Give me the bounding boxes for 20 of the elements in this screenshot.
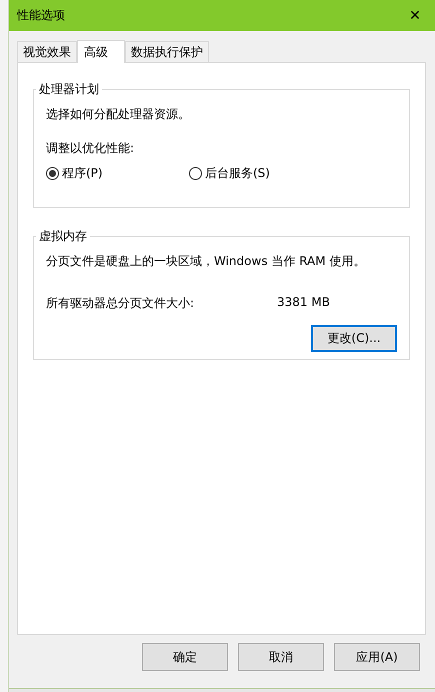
tab[interactable]: 数据执行保护 — [125, 41, 209, 62]
dialog-button[interactable]: 应用(A) — [334, 643, 420, 671]
window-title: 性能选项 — [17, 7, 65, 24]
description-text: 选择如何分配处理器资源。 — [46, 106, 191, 122]
total-label: 所有驱动器总分页文件大小: — [46, 295, 196, 312]
total-value: 3381 MB — [277, 295, 330, 311]
dialog-button[interactable]: 确定 — [142, 643, 228, 671]
radio-label[interactable]: 后台服务(S) — [205, 165, 270, 182]
dialog-button[interactable]: 取消 — [238, 643, 324, 671]
description-text: 分页文件是硬盘上的一块区域，Windows 当作 RAM 使用。 — [46, 253, 366, 269]
radio-button[interactable] — [189, 167, 202, 180]
group-title: 处理器计划 — [38, 81, 100, 98]
tab[interactable]: 视觉效果 — [17, 41, 77, 62]
radio-button[interactable] — [46, 167, 59, 180]
change-button[interactable]: 更改(C)... — [311, 325, 397, 352]
adjust-label: 调整以优化性能: — [46, 140, 136, 156]
radio-label[interactable]: 程序(P) — [62, 165, 103, 182]
group-title: 虚拟内存 — [38, 228, 88, 245]
close-button[interactable]: ✕ — [395, 0, 435, 31]
tab[interactable]: 高级 — [77, 40, 125, 63]
